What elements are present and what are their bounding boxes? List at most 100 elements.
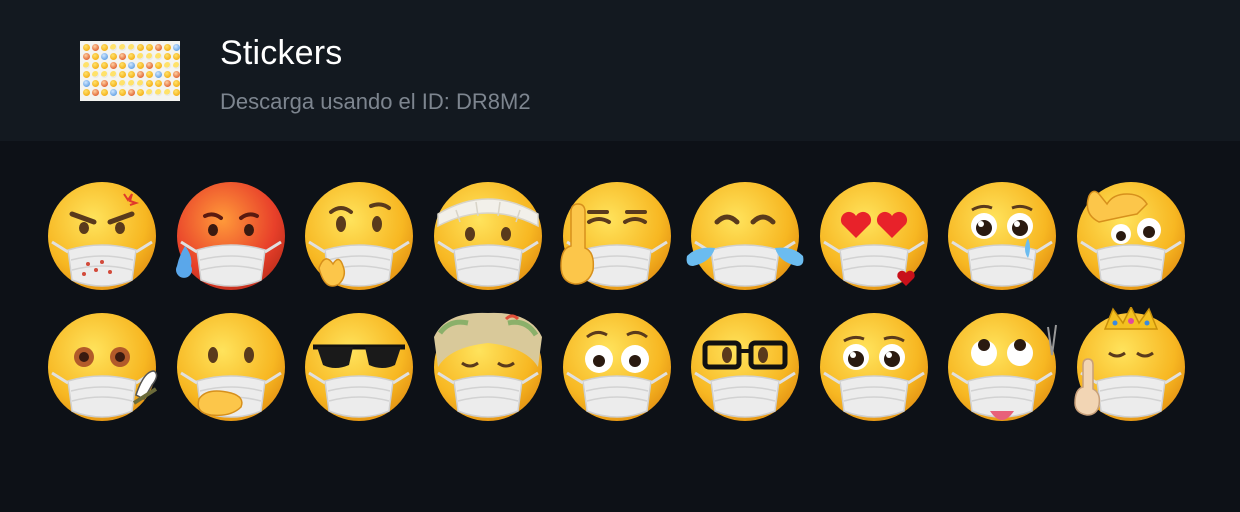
stoned-face-masked-icon-graphic bbox=[48, 312, 158, 421]
thumbnail-emoji-dot bbox=[83, 80, 90, 87]
crying-laughing-face-masked-icon-graphic bbox=[686, 181, 804, 290]
thumbnail-emoji-dot bbox=[164, 89, 171, 96]
thumbnail-emoji-dot bbox=[110, 71, 117, 78]
thumbnail-emoji-dot bbox=[101, 44, 108, 51]
pack-title: Stickers bbox=[220, 34, 343, 72]
nerd-glasses-face-masked-icon-graphic bbox=[691, 312, 800, 421]
thumbnail-emoji-dot bbox=[173, 89, 180, 96]
pleading-teary-face-masked-icon-graphic bbox=[948, 181, 1057, 290]
bandage-face-masked-icon-graphic bbox=[434, 181, 543, 290]
hand-over-mouth-face-masked-icon[interactable] bbox=[167, 303, 296, 434]
thumbnail-emoji-dot bbox=[92, 89, 99, 96]
thumbnail-emoji-dot bbox=[92, 71, 99, 78]
thumbnail-emoji-dot bbox=[155, 80, 162, 87]
thinking-face-masked-icon-graphic bbox=[305, 181, 414, 290]
thumbnail-emoji-dot bbox=[173, 44, 180, 51]
thumbnail-emoji-dot bbox=[146, 80, 153, 87]
thumbnail-emoji-dot bbox=[92, 62, 99, 69]
thumbnail-emoji-dot bbox=[101, 80, 108, 87]
thumbnail-emoji-dot bbox=[110, 44, 117, 51]
facepalm-face-masked-icon-graphic bbox=[1077, 181, 1186, 290]
thumbnail-emoji-dot bbox=[110, 80, 117, 87]
facepalm-face-masked-icon[interactable] bbox=[1067, 172, 1196, 303]
thumbnail-emoji-dot bbox=[83, 89, 90, 96]
hand-over-mouth-face-masked-icon-graphic bbox=[176, 312, 285, 421]
pack-download-id: Descarga usando el ID: DR8M2 bbox=[220, 89, 531, 114]
thumbnail-emoji-dot bbox=[101, 62, 108, 69]
thumbnail-emoji-dot bbox=[155, 53, 162, 60]
sticker-grid bbox=[38, 172, 1202, 434]
thumbnail-emoji-dot bbox=[128, 80, 135, 87]
thumbnail-emoji-dot bbox=[119, 80, 126, 87]
thumbnail-emoji-dot bbox=[92, 53, 99, 60]
thumbnail-emoji-dot bbox=[164, 71, 171, 78]
thumbnail-emoji-dot bbox=[137, 71, 144, 78]
heart-eyes-face-masked-icon-graphic bbox=[819, 181, 928, 290]
thumbnail-emoji-dot bbox=[137, 44, 144, 51]
bandage-face-masked-icon[interactable] bbox=[424, 172, 553, 303]
crown-face-masked-icon[interactable] bbox=[1067, 303, 1196, 434]
thumbnail-emoji-dot bbox=[173, 80, 180, 87]
thumbnail-emoji-dot bbox=[155, 62, 162, 69]
thumbnail-emoji-dot bbox=[119, 71, 126, 78]
thumbnail-emoji-dot bbox=[164, 53, 171, 60]
thumbnail-emoji-dot bbox=[164, 44, 171, 51]
thumbnail-emoji-dot bbox=[173, 62, 180, 69]
thumbnail-emoji-dot bbox=[146, 53, 153, 60]
stoned-face-masked-icon[interactable] bbox=[38, 303, 167, 434]
thumbnail-emoji-dot bbox=[146, 62, 153, 69]
thumbnail-emoji-dot bbox=[128, 53, 135, 60]
angry-face-masked-icon-graphic bbox=[48, 181, 157, 290]
sunglasses-face-masked-icon[interactable] bbox=[295, 303, 424, 434]
hot-sweat-face-masked-icon[interactable] bbox=[167, 172, 296, 303]
angry-face-masked-icon[interactable] bbox=[38, 172, 167, 303]
flushed-face-masked-icon[interactable] bbox=[552, 303, 681, 434]
thumbnail-emoji-dot bbox=[155, 89, 162, 96]
pleading-face-masked-icon[interactable] bbox=[810, 303, 939, 434]
crown-face-masked-icon-graphic bbox=[1074, 306, 1186, 421]
sticker-sheet-thumbnail-icon[interactable] bbox=[80, 41, 180, 101]
thumbnail-emoji-dot bbox=[173, 71, 180, 78]
rolling-eyes-tongue-face-masked-icon-graphic bbox=[948, 312, 1058, 421]
pleading-teary-face-masked-icon[interactable] bbox=[938, 172, 1067, 303]
thumbnail-emoji-dot bbox=[137, 53, 144, 60]
thumbnail-emoji-dot bbox=[173, 53, 180, 60]
girl-hair-face-masked-icon-graphic bbox=[434, 312, 543, 421]
thumbnail-emoji-dot bbox=[83, 53, 90, 60]
thumbnail-emoji-dot bbox=[155, 71, 162, 78]
thumbnail-emoji-dot bbox=[146, 71, 153, 78]
thumbnail-emoji-dot bbox=[137, 80, 144, 87]
thumbnail-emoji-dot bbox=[110, 89, 117, 96]
thumbnail-emoji-dot bbox=[119, 53, 126, 60]
thumbnail-emoji-dot bbox=[110, 62, 117, 69]
thumbnail-emoji-dot bbox=[146, 89, 153, 96]
thumbnail-emoji-dot bbox=[164, 80, 171, 87]
thumbnail-emoji-dot bbox=[83, 44, 90, 51]
middle-finger-face-masked-icon[interactable] bbox=[552, 172, 681, 303]
thumbnail-emoji-dot bbox=[146, 44, 153, 51]
thumbnail-emoji-dot bbox=[128, 89, 135, 96]
thumbnail-emoji-dot bbox=[119, 44, 126, 51]
pleading-face-masked-icon-graphic bbox=[819, 312, 928, 421]
sunglasses-face-masked-icon-graphic bbox=[305, 312, 414, 421]
thumbnail-emoji-dot bbox=[83, 71, 90, 78]
flushed-face-masked-icon-graphic bbox=[562, 312, 671, 421]
hot-sweat-face-masked-icon-graphic bbox=[175, 181, 285, 290]
thumbnail-emoji-dot bbox=[155, 44, 162, 51]
thinking-face-masked-icon[interactable] bbox=[295, 172, 424, 303]
crying-laughing-face-masked-icon[interactable] bbox=[681, 172, 810, 303]
thumbnail-emoji-dot bbox=[101, 89, 108, 96]
nerd-glasses-face-masked-icon[interactable] bbox=[681, 303, 810, 434]
middle-finger-face-masked-icon-graphic bbox=[559, 181, 671, 290]
heart-eyes-face-masked-icon[interactable] bbox=[810, 172, 939, 303]
thumbnail-emoji-dot bbox=[119, 62, 126, 69]
thumbnail-emoji-dot bbox=[119, 89, 126, 96]
thumbnail-emoji-dot bbox=[83, 62, 90, 69]
girl-hair-face-masked-icon[interactable] bbox=[424, 303, 553, 434]
thumbnail-emoji-dot bbox=[92, 44, 99, 51]
sticker-pack-header: Stickers Descarga usando el ID: DR8M2 bbox=[0, 0, 1240, 141]
thumbnail-emoji-dot bbox=[137, 62, 144, 69]
thumbnail-emoji-dot bbox=[164, 62, 171, 69]
rolling-eyes-tongue-face-masked-icon[interactable] bbox=[938, 303, 1067, 434]
thumbnail-emoji-dot bbox=[128, 62, 135, 69]
